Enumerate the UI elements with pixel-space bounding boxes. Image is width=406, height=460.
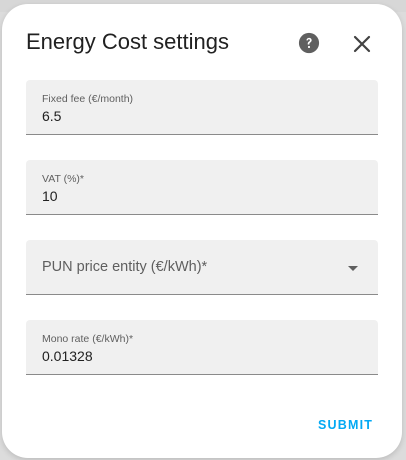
mono-rate-field[interactable]: Mono rate (€/kWh)* 0.01328 xyxy=(26,320,378,375)
pun-entity-select[interactable]: PUN price entity (€/kWh)* xyxy=(26,240,378,295)
vat-value[interactable]: 10 xyxy=(42,188,58,204)
dialog-title: Energy Cost settings xyxy=(26,29,229,54)
fixed-fee-label: Fixed fee (€/month) xyxy=(42,93,134,105)
vat-field[interactable]: VAT (%)* 10 xyxy=(26,160,378,215)
chevron-down-icon[interactable] xyxy=(348,266,358,271)
fixed-fee-field[interactable]: Fixed fee (€/month) 6.5 xyxy=(26,80,378,135)
energy-cost-dialog: Energy Cost settings Fixed fee (€/month)… xyxy=(2,4,402,458)
help-icon[interactable] xyxy=(298,32,320,54)
vat-label: VAT (%)* xyxy=(42,173,85,185)
mono-rate-value[interactable]: 0.01328 xyxy=(42,348,93,364)
submit-button[interactable]: SUBMIT xyxy=(318,418,373,432)
close-icon[interactable] xyxy=(352,34,372,54)
fixed-fee-value[interactable]: 6.5 xyxy=(42,108,61,124)
pun-entity-placeholder: PUN price entity (€/kWh)* xyxy=(42,259,208,275)
mono-rate-label: Mono rate (€/kWh)* xyxy=(42,333,134,345)
